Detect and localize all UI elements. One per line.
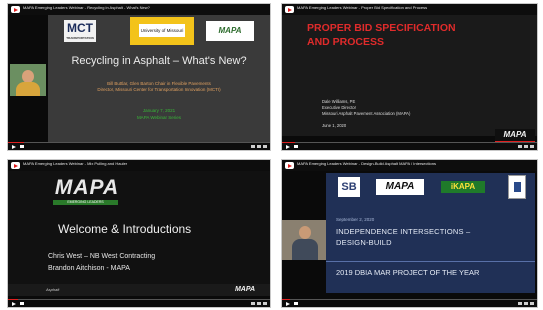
video-titlebar: MAPA Emerging Leaders Webinar - Mix Pull… bbox=[8, 160, 270, 171]
fullscreen-icon[interactable] bbox=[263, 145, 267, 148]
speaker-body bbox=[16, 82, 40, 96]
volume-icon[interactable] bbox=[294, 302, 298, 305]
player-controls bbox=[282, 143, 537, 150]
control-icons bbox=[251, 145, 267, 148]
speaker-line: Brandon Aitchison - MAPA bbox=[48, 265, 130, 272]
slide-date: September 2, 2020 bbox=[336, 217, 375, 222]
slide-logos: SB MAPA iKAPA bbox=[326, 173, 535, 201]
slide-title: Recycling in Asphalt – What's New? bbox=[71, 55, 247, 67]
video-titlebar: MAPA Emerging Leaders Webinar - Design-B… bbox=[282, 160, 537, 171]
youtube-icon[interactable] bbox=[524, 302, 528, 305]
speaker-line: Chris West – NB West Contracting bbox=[48, 253, 156, 260]
video-title[interactable]: MAPA Emerging Leaders Webinar - Proper B… bbox=[297, 5, 427, 10]
presentation-slide: MCT TRANSPORTATION University of Missouri… bbox=[48, 15, 270, 143]
volume-icon[interactable] bbox=[20, 302, 24, 305]
slide-footer: Asphalt MAPA bbox=[8, 284, 270, 296]
speaker-webcam bbox=[282, 220, 326, 260]
divider bbox=[326, 261, 535, 262]
youtube-logo-icon bbox=[11, 6, 20, 13]
asphalt-wordmark: Asphalt bbox=[46, 287, 60, 292]
youtube-icon[interactable] bbox=[524, 145, 528, 148]
slide-title: INDEPENDENCE INTERSECTIONS – bbox=[336, 227, 471, 236]
fullscreen-icon[interactable] bbox=[530, 302, 534, 305]
slide-footer: January 7, 2021 MAPA Webinar Series bbox=[136, 108, 182, 120]
dbia-logo bbox=[508, 175, 526, 199]
play-icon[interactable] bbox=[286, 144, 290, 149]
control-icons bbox=[518, 302, 534, 305]
slide-award: 2019 DBIA MAR PROJECT OF THE YEAR bbox=[336, 268, 480, 277]
fullscreen-icon[interactable] bbox=[530, 145, 534, 148]
slide-logos: MCT TRANSPORTATION University of Missouri… bbox=[48, 17, 270, 45]
mct-logo: MCT TRANSPORTATION bbox=[64, 20, 96, 42]
presentation-slide: MAPA EMERGING LEADERS Welcome & Introduc… bbox=[8, 171, 270, 296]
video-player-welcome[interactable]: MAPA Emerging Leaders Webinar - Mix Pull… bbox=[7, 159, 271, 308]
youtube-icon[interactable] bbox=[257, 145, 261, 148]
video-player-bid-spec[interactable]: MAPA Emerging Leaders Webinar - Proper B… bbox=[281, 3, 538, 151]
mapa-logo: MAPA bbox=[206, 21, 254, 41]
presentation-slide: PROPER BID SPECIFICATION AND PROCESS Dal… bbox=[282, 15, 537, 143]
control-icons bbox=[518, 145, 534, 148]
mapa-logo: MAPA bbox=[495, 129, 535, 143]
video-player-design-build[interactable]: MAPA Emerging Leaders Webinar - Design-B… bbox=[281, 159, 538, 308]
volume-icon[interactable] bbox=[20, 145, 24, 148]
play-icon[interactable] bbox=[286, 301, 290, 306]
video-titlebar: MAPA Emerging Leaders Webinar - Proper B… bbox=[282, 4, 537, 15]
player-controls bbox=[8, 300, 270, 307]
settings-icon[interactable] bbox=[518, 145, 522, 148]
settings-icon[interactable] bbox=[251, 145, 255, 148]
youtube-logo-icon bbox=[285, 6, 294, 13]
player-controls bbox=[282, 300, 537, 307]
video-title[interactable]: MAPA Emerging Leaders Webinar - Design-B… bbox=[297, 161, 436, 166]
slide-title: Welcome & Introductions bbox=[58, 222, 192, 236]
youtube-icon[interactable] bbox=[257, 302, 261, 305]
presentation-slide: SB MAPA iKAPA September 2, 2020 INDEPEND… bbox=[326, 173, 535, 293]
emerging-leaders-tag: EMERGING LEADERS bbox=[53, 200, 118, 205]
slide-presenter: Dale Williams, PE Executive Director Mis… bbox=[322, 99, 411, 128]
video-titlebar: MAPA Emerging Leaders Webinar - Recyclin… bbox=[8, 4, 270, 15]
slide-presenter: Bill Buttlar, Glen Barton Chair in Flexi… bbox=[97, 81, 221, 92]
speaker-body bbox=[292, 239, 318, 260]
video-title[interactable]: MAPA Emerging Leaders Webinar - Mix Pull… bbox=[23, 161, 127, 166]
slide-title: DESIGN-BUILD bbox=[336, 238, 392, 247]
volume-icon[interactable] bbox=[294, 145, 298, 148]
speaker-webcam bbox=[10, 64, 46, 96]
mapa-logo: MAPA bbox=[226, 285, 264, 295]
slide-title: PROPER BID SPECIFICATION AND PROCESS bbox=[307, 22, 456, 48]
fullscreen-icon[interactable] bbox=[263, 302, 267, 305]
ikapa-logo: iKAPA bbox=[441, 181, 485, 193]
settings-icon[interactable] bbox=[251, 302, 255, 305]
play-icon[interactable] bbox=[12, 301, 16, 306]
video-player-recycling[interactable]: MAPA Emerging Leaders Webinar - Recyclin… bbox=[7, 3, 271, 151]
speaker-head bbox=[299, 226, 311, 239]
control-icons bbox=[251, 302, 267, 305]
video-title[interactable]: MAPA Emerging Leaders Webinar - Recyclin… bbox=[23, 5, 150, 10]
player-controls bbox=[8, 143, 270, 150]
play-icon[interactable] bbox=[12, 144, 16, 149]
youtube-logo-icon bbox=[285, 162, 294, 169]
university-logo: University of Missouri bbox=[130, 17, 194, 45]
sb-logo: SB bbox=[338, 177, 360, 197]
settings-icon[interactable] bbox=[518, 302, 522, 305]
youtube-logo-icon bbox=[11, 162, 20, 169]
mapa-logo: MAPA bbox=[376, 179, 424, 195]
